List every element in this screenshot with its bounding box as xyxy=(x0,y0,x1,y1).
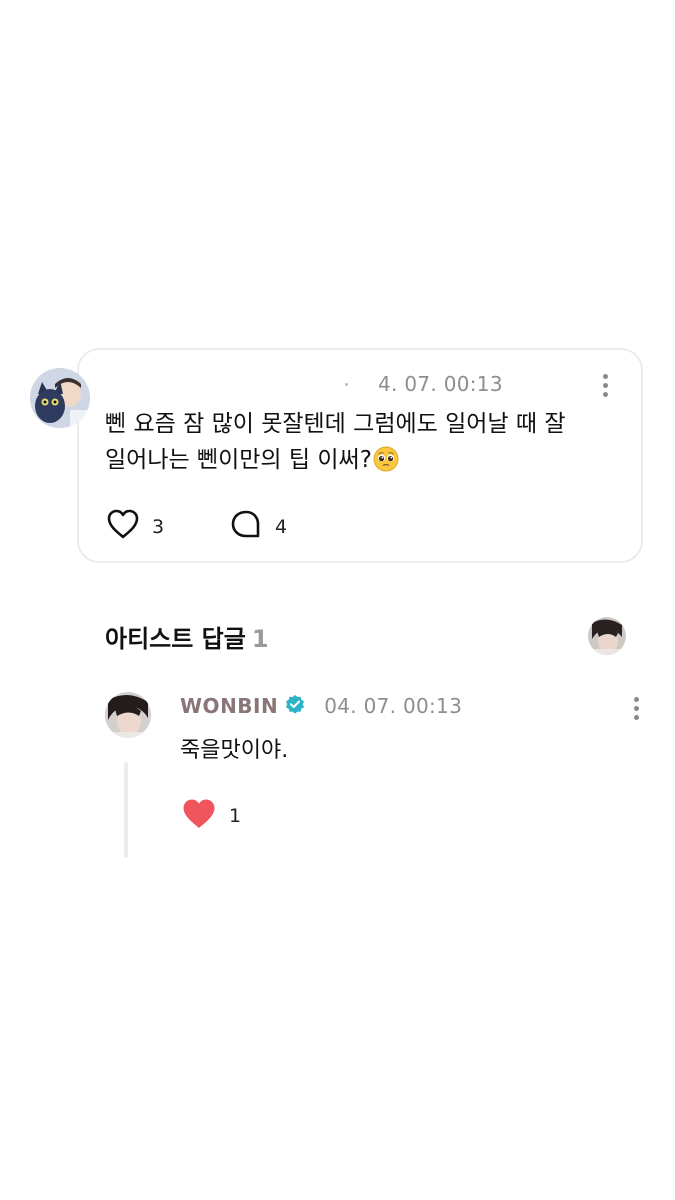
post-text-line2: 일어나는 뻰이만의 팁 이써? xyxy=(105,447,372,473)
post-more-options-icon[interactable] xyxy=(601,374,609,397)
reply-like-count: 1 xyxy=(229,805,242,827)
reply-header: WONBIN 04. 07. 00:13 xyxy=(180,694,462,718)
section-title-text: 아티스트 답글 xyxy=(105,625,246,653)
pleading-face-icon xyxy=(373,446,399,472)
artist-mini-avatar[interactable] xyxy=(588,617,626,655)
section-reply-count: 1 xyxy=(251,625,269,653)
post-comment-action[interactable]: 4 xyxy=(229,508,287,545)
heart-outline-icon xyxy=(106,508,140,545)
heart-filled-icon xyxy=(181,797,217,835)
post-text-line2-wrap: 일어나는 뻰이만의 팁 이써? xyxy=(105,442,625,478)
artist-avatar[interactable] xyxy=(105,692,151,738)
post-comment-count: 4 xyxy=(275,515,288,538)
artist-replies-heading: 아티스트 답글 1 xyxy=(105,619,269,654)
fan-avatar[interactable] xyxy=(30,368,90,428)
artist-name[interactable]: WONBIN xyxy=(180,694,278,718)
comment-bubble-icon xyxy=(229,508,263,545)
reply-more-options-icon[interactable] xyxy=(632,697,640,720)
post-like-action[interactable]: 3 xyxy=(106,508,164,545)
reply-like-action[interactable]: 1 xyxy=(181,797,241,835)
post-text: 뻰 요즘 잠 많이 못잘텐데 그럼에도 일어날 때 잘 일어나는 뻰이만의 팁 … xyxy=(105,406,625,478)
decorative-dot xyxy=(345,383,348,386)
reply-date: 04. 07. 00:13 xyxy=(324,694,463,718)
verified-badge-icon xyxy=(285,694,305,718)
post-text-line1: 뻰 요즘 잠 많이 못잘텐데 그럼에도 일어날 때 잘 xyxy=(105,411,566,437)
post-date: 4. 07. 00:13 xyxy=(378,372,503,396)
reply-text: 죽을맛이야. xyxy=(180,738,289,763)
reply-thread-line xyxy=(124,762,128,858)
post-like-count: 3 xyxy=(152,515,165,538)
